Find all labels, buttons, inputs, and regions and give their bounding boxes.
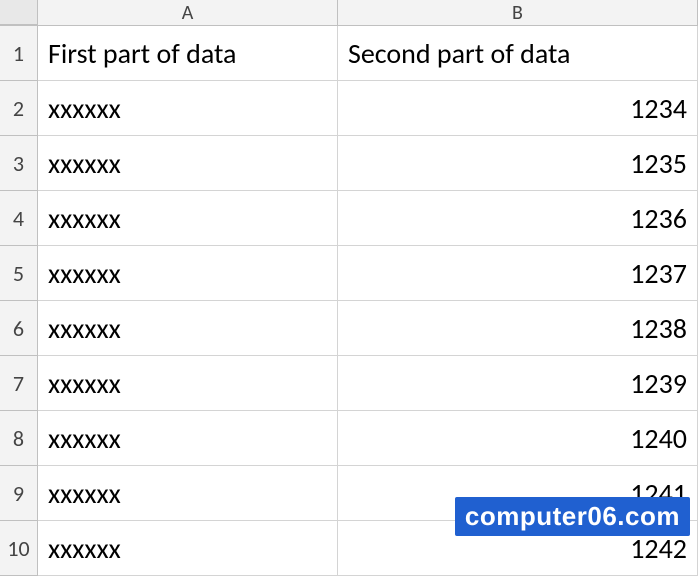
- row-header[interactable]: 6: [0, 301, 38, 356]
- cell-a7[interactable]: xxxxxx: [38, 356, 338, 411]
- cell-b3[interactable]: 1235: [338, 136, 698, 191]
- row-header[interactable]: 1: [0, 26, 38, 81]
- table-row: 3 xxxxxx 1235: [0, 136, 698, 191]
- column-header-row: A B: [0, 0, 698, 26]
- cell-b2[interactable]: 1234: [338, 81, 698, 136]
- watermark-badge: computer06.com: [455, 497, 690, 536]
- cell-a5[interactable]: xxxxxx: [38, 246, 338, 301]
- cell-a3[interactable]: xxxxxx: [38, 136, 338, 191]
- cell-a6[interactable]: xxxxxx: [38, 301, 338, 356]
- table-row: 1 First part of data Second part of data: [0, 26, 698, 81]
- row-header[interactable]: 9: [0, 466, 38, 521]
- cell-b5[interactable]: 1237: [338, 246, 698, 301]
- row-header[interactable]: 8: [0, 411, 38, 466]
- row-header[interactable]: 10: [0, 521, 38, 576]
- cell-b7[interactable]: 1239: [338, 356, 698, 411]
- cell-b1[interactable]: Second part of data: [338, 26, 698, 81]
- row-header[interactable]: 3: [0, 136, 38, 191]
- column-header-a[interactable]: A: [38, 0, 338, 25]
- table-row: 5 xxxxxx 1237: [0, 246, 698, 301]
- select-all-corner[interactable]: [0, 0, 38, 25]
- cell-a1[interactable]: First part of data: [38, 26, 338, 81]
- cell-a10[interactable]: xxxxxx: [38, 521, 338, 576]
- row-header[interactable]: 5: [0, 246, 38, 301]
- cell-b6[interactable]: 1238: [338, 301, 698, 356]
- spreadsheet-grid: A B 1 First part of data Second part of …: [0, 0, 698, 566]
- cell-b8[interactable]: 1240: [338, 411, 698, 466]
- table-row: 2 xxxxxx 1234: [0, 81, 698, 136]
- table-row: 6 xxxxxx 1238: [0, 301, 698, 356]
- table-row: 8 xxxxxx 1240: [0, 411, 698, 466]
- cell-b4[interactable]: 1236: [338, 191, 698, 246]
- table-row: 7 xxxxxx 1239: [0, 356, 698, 411]
- row-header[interactable]: 2: [0, 81, 38, 136]
- cell-a2[interactable]: xxxxxx: [38, 81, 338, 136]
- row-header[interactable]: 7: [0, 356, 38, 411]
- cell-a4[interactable]: xxxxxx: [38, 191, 338, 246]
- column-header-b[interactable]: B: [338, 0, 698, 25]
- cell-a9[interactable]: xxxxxx: [38, 466, 338, 521]
- cell-a8[interactable]: xxxxxx: [38, 411, 338, 466]
- table-row: 4 xxxxxx 1236: [0, 191, 698, 246]
- row-header[interactable]: 4: [0, 191, 38, 246]
